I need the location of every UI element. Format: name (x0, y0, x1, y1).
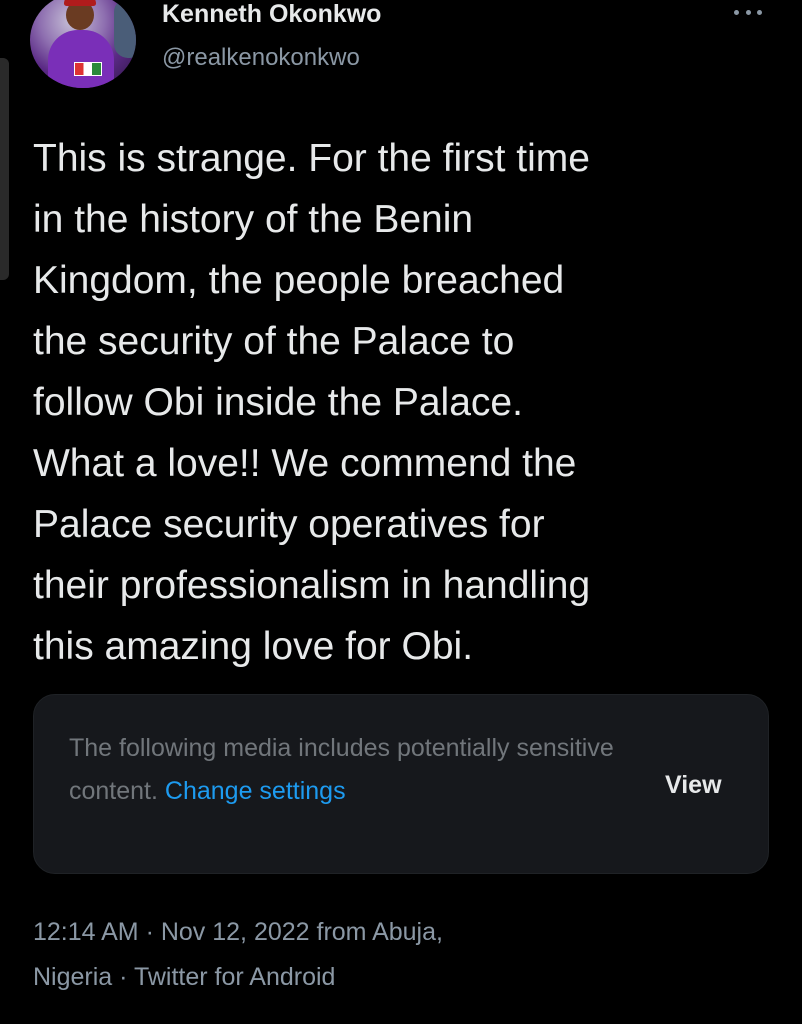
more-horizontal-icon[interactable] (734, 2, 762, 22)
dot (745, 9, 751, 15)
avatar-flag (74, 62, 102, 76)
view-button[interactable]: View (665, 771, 722, 800)
dot (734, 9, 739, 15)
location-source[interactable]: Nigeria · Twitter for Android (33, 955, 733, 1000)
dot (757, 9, 762, 15)
edge-handle[interactable] (0, 58, 9, 280)
avatar-cap (64, 0, 96, 6)
avatar-background-person (114, 0, 136, 58)
timestamp-location[interactable]: 12:14 AM · Nov 12, 2022 from Abuja, (33, 910, 733, 955)
avatar[interactable] (30, 0, 136, 88)
tweet-text: This is strange. For the first time in t… (33, 137, 591, 668)
display-name[interactable]: Kenneth Okonkwo (162, 0, 381, 29)
change-settings-link[interactable]: Change settings (165, 777, 346, 805)
tweet-meta: 12:14 AM · Nov 12, 2022 from Abuja, Nige… (33, 910, 733, 1000)
sensitive-media-warning: The following media includes potentially… (33, 694, 769, 874)
avatar-shirt (48, 30, 114, 88)
sensitive-media-message: The following media includes potentially… (69, 727, 629, 813)
user-handle[interactable]: @realkenokonkwo (162, 44, 360, 72)
tweet-page: Kenneth Okonkwo @realkenokonkwo This is … (0, 0, 802, 1024)
